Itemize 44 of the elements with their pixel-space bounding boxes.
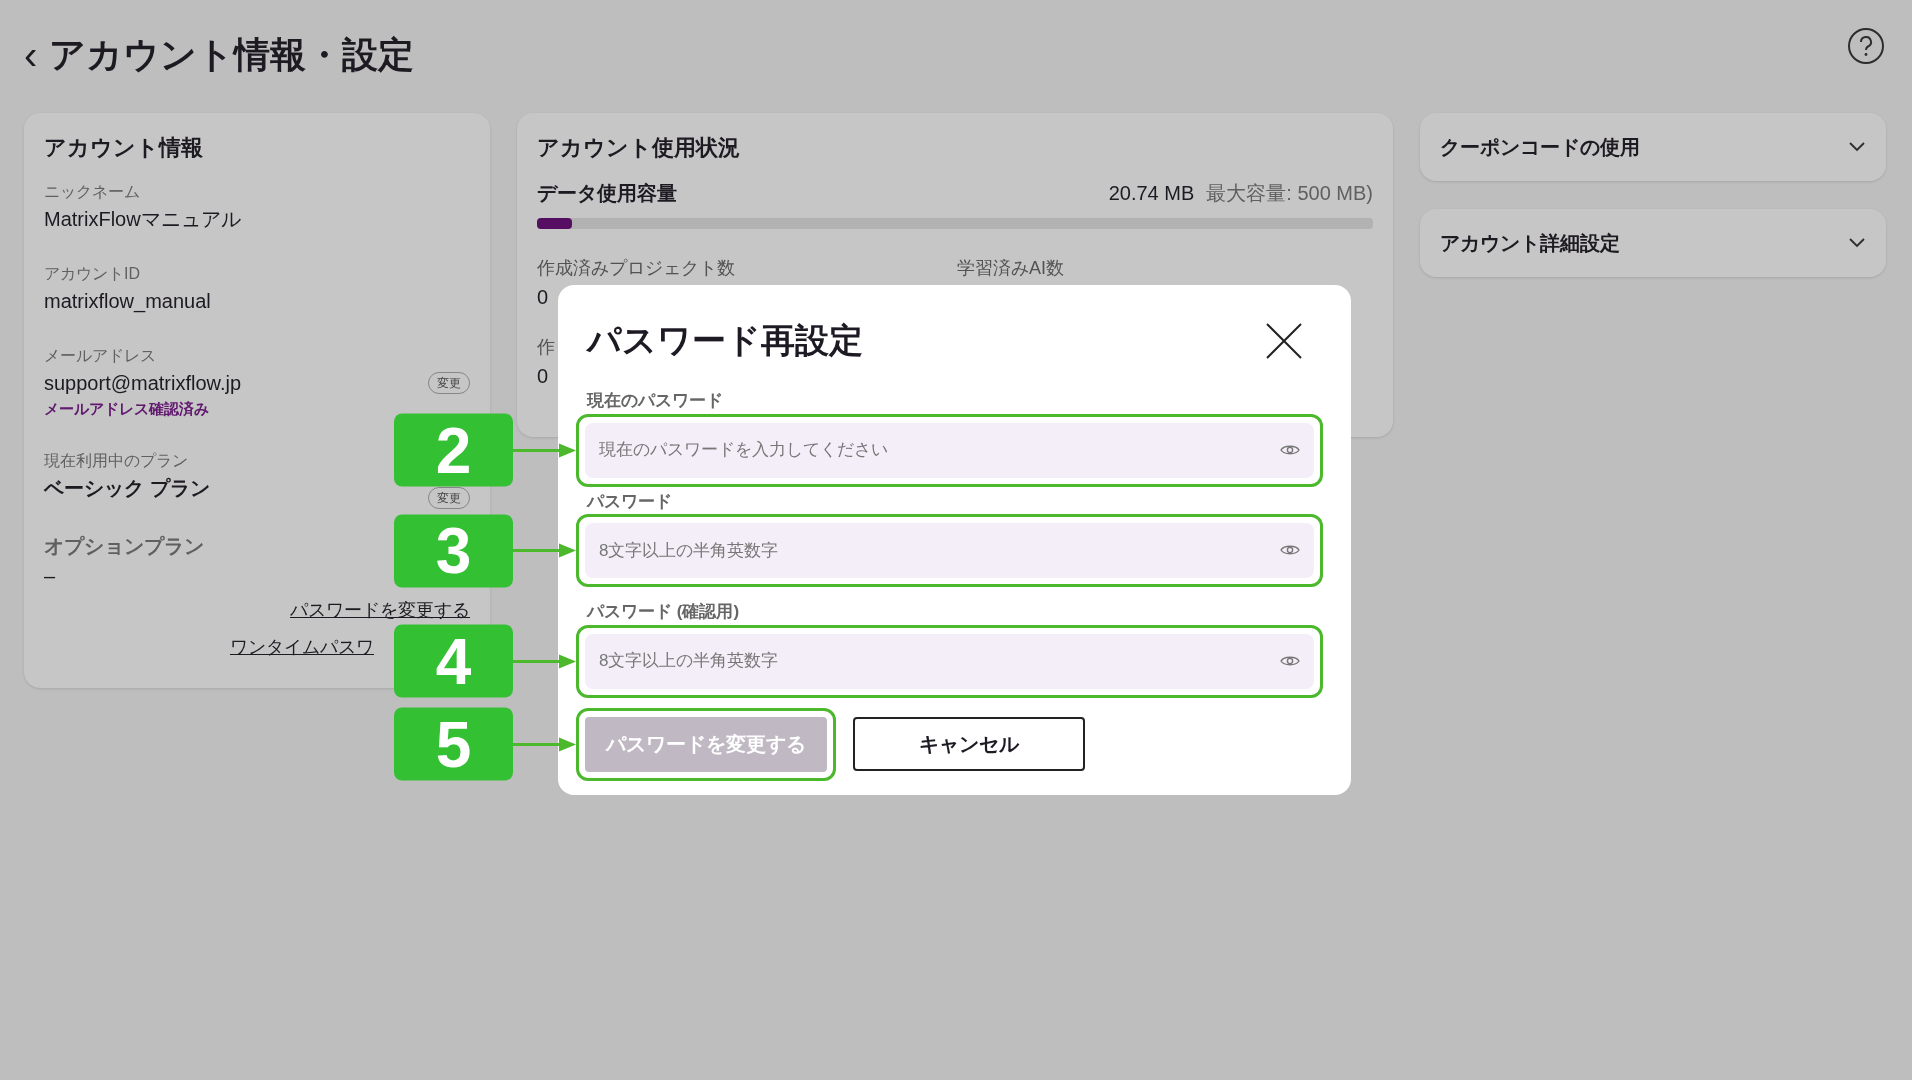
password-field[interactable]: 8文字以上の半角英数字 [585, 633, 1314, 689]
max-capacity: 最大容量: 500 MB) [1206, 181, 1373, 206]
help-icon[interactable] [1847, 27, 1885, 65]
stat-value: 0 [537, 364, 549, 389]
field-label: パスワード (確認用) [585, 601, 741, 623]
callout-badge: 5 [394, 707, 513, 781]
back-button[interactable]: ‹ [24, 35, 38, 75]
field-label: アカウントID [44, 264, 140, 284]
field-label: オプションプラン [44, 533, 204, 559]
eye-icon[interactable] [1280, 543, 1300, 557]
collapsible-panel[interactable]: アカウント詳細設定 [1420, 209, 1886, 277]
one-time-password-link[interactable]: ワンタイムパスワ [230, 633, 374, 661]
callout-badge: 4 [394, 624, 513, 698]
data-usage-label: データ使用容量 [537, 181, 677, 206]
password-field[interactable]: 現在のパスワードを入力してください [585, 422, 1314, 478]
field-value: – [44, 563, 56, 589]
card-title: アカウント使用状況 [537, 134, 741, 162]
used-amount: 20.74 MB [1108, 181, 1195, 206]
stat-label: 作成済みプロジェクト数 [537, 257, 735, 280]
cancel-button[interactable]: キャンセル [853, 717, 1085, 771]
verified-note: メールアドレス確認済み [44, 399, 210, 419]
change-password-link[interactable]: パスワードを変更する [290, 596, 470, 624]
callout-badge: 3 [394, 514, 513, 587]
password-field[interactable]: 8文字以上の半角英数字 [585, 523, 1314, 578]
field-value: MatrixFlowマニュアル [44, 207, 241, 232]
dialog-title: パスワード再設定 [587, 320, 863, 361]
chevron-down-icon [1848, 141, 1866, 153]
field-label: ニックネーム [44, 182, 140, 202]
page-title: アカウント情報・設定 [49, 33, 415, 77]
stat-label: 学習済みAI数 [957, 257, 1064, 280]
field-label: パスワード [585, 490, 673, 513]
field-label: 現在のパスワード [585, 390, 724, 412]
field-label: メールアドレス [44, 346, 156, 366]
chevron-down-icon [1848, 237, 1866, 249]
card-title: アカウント情報 [44, 134, 204, 162]
close-icon[interactable] [1265, 321, 1303, 360]
collapsible-panel[interactable]: クーポンコードの使用 [1420, 113, 1886, 181]
callout-badge: 2 [394, 413, 513, 487]
field-value: ベーシック プラン [44, 475, 210, 501]
field-value: matrixflow_manual [44, 289, 211, 315]
stat-label: 作 [537, 336, 555, 359]
field-label: 現在利用中のプラン [44, 450, 188, 471]
field-value: support@matrixflow.jp [44, 371, 242, 396]
stat-value: 0 [537, 285, 549, 310]
